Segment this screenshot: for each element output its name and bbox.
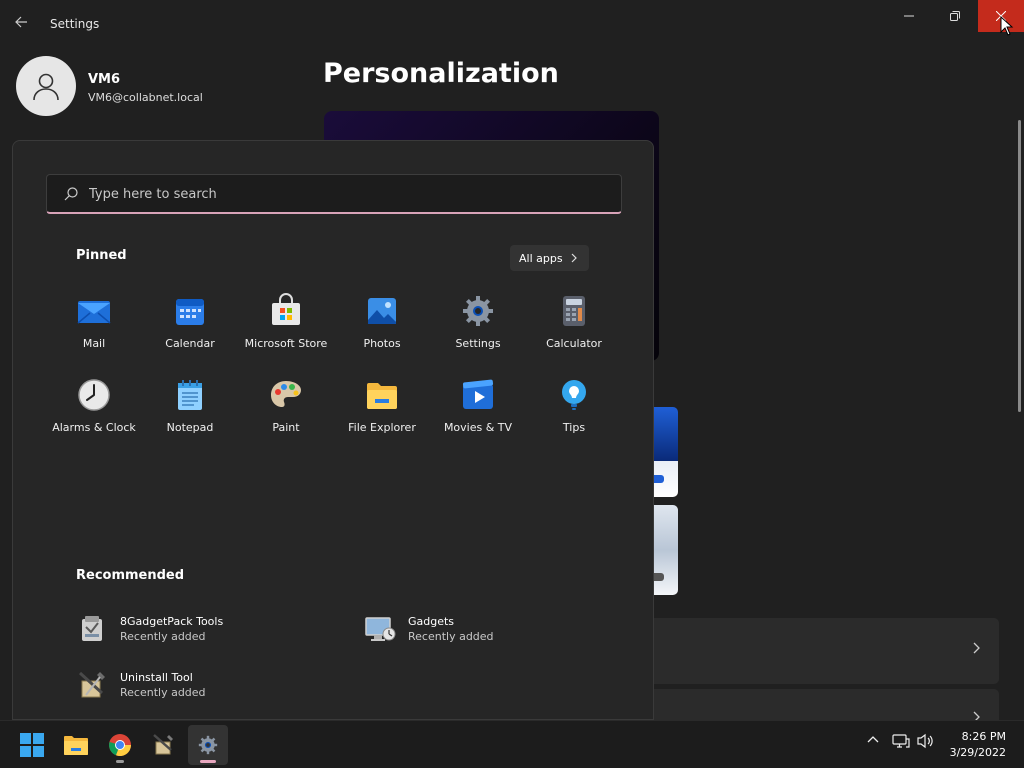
pinned-app-settings[interactable]: Settings (430, 287, 526, 371)
volume-icon (917, 733, 933, 749)
start-windows-icon (20, 733, 44, 757)
lightbulb-icon (562, 380, 586, 410)
pinned-title: Pinned (76, 248, 127, 263)
taskbar-chrome[interactable] (100, 725, 140, 765)
profile-name: VM6 (88, 72, 121, 87)
settings-gear-icon (463, 296, 493, 326)
avatar (16, 56, 76, 116)
settings-titlebar: Settings (0, 0, 1024, 48)
settings-row[interactable] (640, 618, 999, 684)
show-hidden-icons-button[interactable] (866, 733, 880, 747)
profile-email: VM6@collabnet.local (88, 91, 203, 104)
calculator-icon (563, 296, 585, 326)
minimize-icon (904, 15, 914, 17)
taskbar-clock[interactable]: 8:26 PM 3/29/2022 (950, 729, 1006, 761)
pinned-app-calculator[interactable]: Calculator (526, 287, 622, 371)
start-menu: Pinned All apps Mail Calendar (12, 140, 654, 720)
taskbar-settings[interactable] (188, 725, 228, 765)
minimize-button[interactable] (886, 0, 932, 32)
recommended-item[interactable]: Gadgets Recently added (364, 613, 494, 645)
pinned-app-movies-tv[interactable]: Movies & TV (430, 371, 526, 455)
pinned-app-paint[interactable]: Paint (238, 371, 334, 455)
recommended-item[interactable]: Uninstall Tool Recently added (76, 669, 206, 701)
volume-control[interactable] (917, 733, 935, 749)
taskbar-file-explorer[interactable] (56, 725, 96, 765)
pinned-app-tips[interactable]: Tips (526, 371, 622, 455)
restore-icon (950, 11, 960, 21)
search-input[interactable] (89, 175, 609, 213)
taskbar-start-button[interactable] (12, 725, 52, 765)
search-box[interactable] (46, 174, 622, 214)
taskbar: 8:26 PM 3/29/2022 (0, 720, 1024, 768)
chevron-up-icon (867, 736, 879, 743)
pinned-apps-grid: Mail Calendar Microsoft Store Photos Set… (46, 287, 622, 455)
network-status[interactable] (892, 733, 910, 749)
search-icon (64, 187, 78, 201)
movies-icon (462, 379, 494, 409)
mail-icon (77, 301, 111, 324)
scrollbar[interactable] (1018, 120, 1021, 412)
file-explorer-icon (64, 736, 88, 755)
all-apps-button[interactable]: All apps (510, 245, 589, 271)
calendar-icon (176, 299, 204, 325)
gadgets-icon (365, 617, 396, 641)
chrome-icon (109, 734, 132, 757)
folder-icon (367, 383, 397, 409)
clock-time: 8:26 PM (961, 730, 1006, 743)
mouse-cursor-icon (1000, 16, 1014, 36)
back-arrow-icon[interactable] (14, 14, 34, 34)
pinned-app-notepad[interactable]: Notepad (142, 371, 238, 455)
clock-icon (78, 379, 110, 411)
pinned-app-microsoft-store[interactable]: Microsoft Store (238, 287, 334, 371)
recommended-title: Recommended (76, 568, 185, 583)
page-title: Personalization (323, 58, 559, 89)
person-icon (33, 73, 59, 101)
paint-palette-icon (271, 381, 301, 407)
settings-icon (198, 735, 218, 755)
recommended-item[interactable]: 8GadgetPack Tools Recently added (76, 613, 223, 645)
store-icon (272, 293, 300, 325)
restore-button[interactable] (932, 0, 978, 32)
clock-date: 3/29/2022 (949, 746, 1006, 759)
all-apps-label: All apps (519, 251, 563, 265)
gadgetpack-tools-icon (82, 616, 102, 641)
pinned-app-photos[interactable]: Photos (334, 287, 430, 371)
taskbar-uninstall-tool[interactable] (144, 725, 184, 765)
chevron-right-icon (571, 253, 577, 263)
pinned-app-mail[interactable]: Mail (46, 287, 142, 371)
photos-icon (368, 298, 396, 324)
window-title: Settings (50, 17, 100, 31)
pinned-app-calendar[interactable]: Calendar (142, 287, 238, 371)
pinned-app-alarms-clock[interactable]: Alarms & Clock (46, 371, 142, 455)
pinned-app-file-explorer[interactable]: File Explorer (334, 371, 430, 455)
uninstall-tool-icon (153, 734, 173, 755)
chevron-right-icon (973, 642, 981, 658)
network-icon (892, 734, 910, 748)
uninstall-tool-icon (78, 671, 105, 698)
notepad-icon (178, 380, 202, 410)
